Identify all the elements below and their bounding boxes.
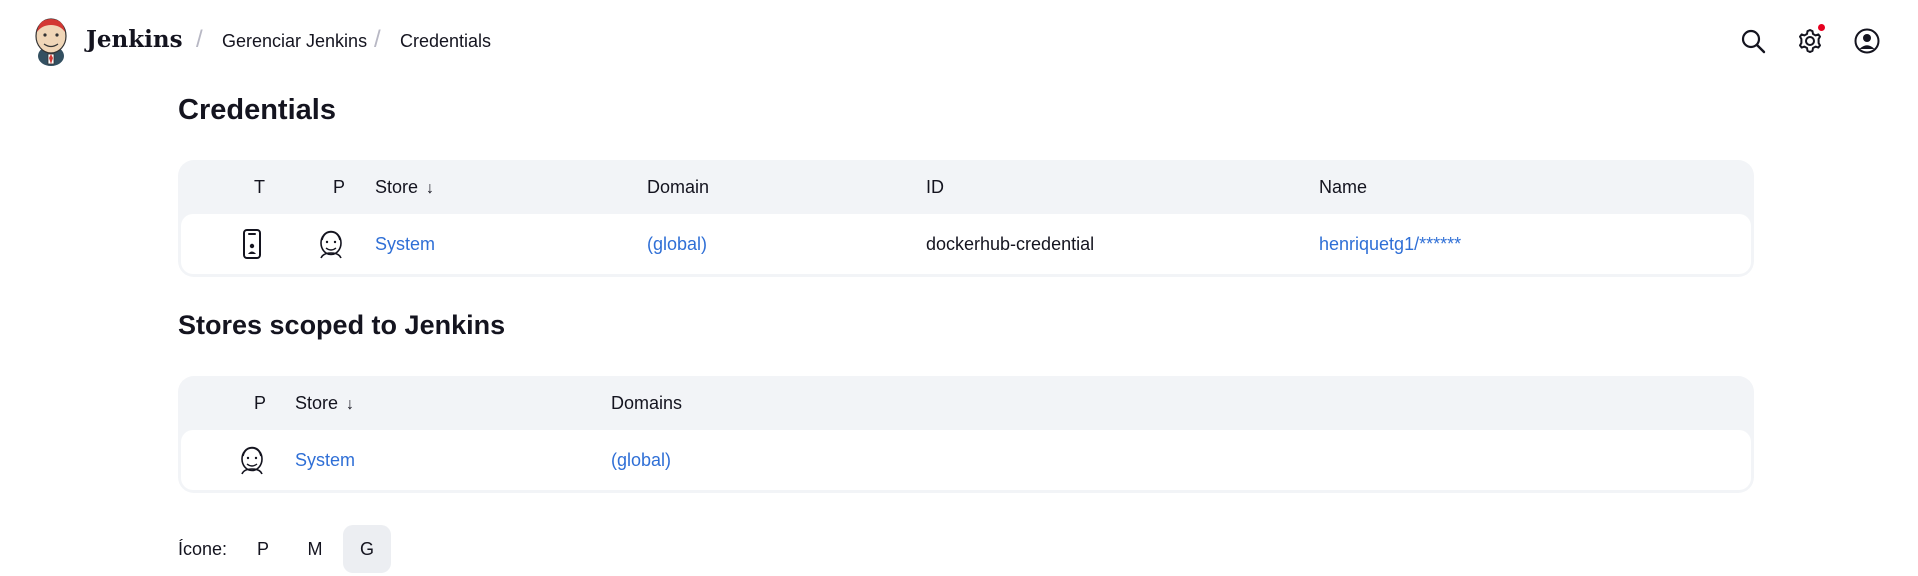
column-header-id[interactable]: ID [926,177,944,198]
jenkins-head-icon [241,446,263,475]
credential-id: dockerhub-credential [926,234,1095,254]
breadcrumb-gerenciar-jenkins[interactable]: Gerenciar Jenkins [222,31,367,52]
column-header-provider[interactable]: P [254,393,266,414]
icon-size-medium-button[interactable]: M [291,525,339,573]
breadcrumb-credentials[interactable]: Credentials [400,31,491,52]
jenkins-head-icon [320,230,342,259]
column-header-domain[interactable]: Domain [647,177,709,198]
jenkins-logo[interactable] [30,16,72,66]
brand-link[interactable]: Jenkins [86,26,183,53]
column-header-name[interactable]: Name [1319,177,1367,198]
column-header-provider[interactable]: P [333,177,345,198]
icon-size-label: Ícone: [178,538,228,559]
top-header: Jenkins / Gerenciar Jenkins / Credential… [0,0,1918,84]
table-header: P Store ↓ Domains [181,376,1751,430]
table-row: System (global) dockerhub-credential hen… [181,214,1751,274]
icon-size-large-button[interactable]: G [343,525,392,573]
page-title: Credentials [178,94,336,126]
icon-size-small-button[interactable]: P [239,525,287,573]
breadcrumb-separator: / [196,26,203,53]
icon-size-selector: Ícone: P M G [178,524,395,574]
column-header-type[interactable]: T [254,177,265,198]
store-link[interactable]: System [375,234,435,255]
breadcrumb-separator: / [374,26,381,53]
credentials-table: T P Store ↓ Domain ID Name System (global… [178,160,1754,277]
section-title: Stores scoped to Jenkins [178,310,506,340]
column-header-store[interactable]: Store ↓ [295,393,354,414]
domain-link[interactable]: (global) [647,234,707,255]
table-header: T P Store ↓ Domain ID Name [181,160,1751,214]
settings-icon[interactable] [1796,27,1824,55]
table-row: System (global) [181,430,1751,490]
credential-name-link[interactable]: henriquetg1/****** [1319,234,1461,255]
search-icon[interactable] [1739,27,1767,55]
sort-arrow-icon: ↓ [346,396,355,413]
store-link[interactable]: System [295,450,355,471]
column-header-store[interactable]: Store ↓ [375,177,434,198]
sort-arrow-icon: ↓ [426,180,435,197]
user-icon[interactable] [1853,27,1881,55]
mobile-credential-icon [243,229,261,259]
domains-link[interactable]: (global) [611,450,671,471]
notification-dot [1818,24,1825,31]
column-header-domains[interactable]: Domains [611,393,682,414]
stores-table: P Store ↓ Domains System (global) [178,376,1754,493]
